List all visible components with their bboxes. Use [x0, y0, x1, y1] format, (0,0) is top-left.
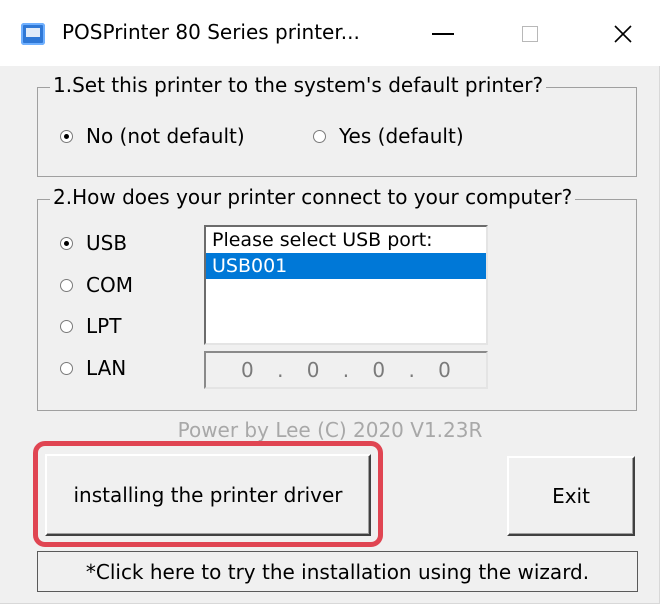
maximize-icon — [522, 26, 538, 42]
ip-octet-4: 0 — [438, 358, 451, 382]
radio-com-indicator — [60, 278, 73, 292]
minimize-icon — [432, 33, 454, 35]
radio-not-default[interactable]: No (not default) — [60, 124, 245, 148]
port-list-item-usb001[interactable]: USB001 — [206, 253, 486, 279]
maximize-button[interactable] — [500, 12, 560, 56]
close-icon — [614, 25, 632, 43]
radio-default-label: Yes (default) — [339, 124, 464, 148]
radio-not-default-label: No (not default) — [86, 124, 245, 148]
port-list-header: Please select USB port: — [212, 229, 433, 251]
radio-lan[interactable]: LAN — [60, 356, 126, 380]
radio-lpt-label: LPT — [86, 314, 122, 338]
ip-octet-1: 0 — [241, 358, 254, 382]
ip-address-input[interactable]: 0 . 0 . 0 . 0 — [204, 351, 488, 389]
radio-com[interactable]: COM — [60, 273, 133, 297]
version-credit: Power by Lee (C) 2020 V1.23R — [177, 418, 483, 442]
radio-not-default-indicator — [60, 129, 73, 143]
minimize-button[interactable] — [413, 12, 473, 56]
installer-dialog: POSPrinter 80 Series printer... 1.Set th… — [0, 0, 660, 604]
usb-port-list[interactable]: Please select USB port: USB001 — [204, 225, 488, 345]
printer-app-icon — [21, 23, 45, 45]
radio-usb-indicator — [60, 236, 73, 250]
exit-button[interactable]: Exit — [507, 456, 635, 536]
radio-usb[interactable]: USB — [60, 231, 127, 255]
radio-lpt-indicator — [60, 319, 73, 333]
ip-separator: . — [342, 358, 350, 382]
radio-lpt[interactable]: LPT — [60, 314, 121, 338]
install-driver-button[interactable]: installing the printer driver — [45, 454, 371, 536]
ip-separator: . — [277, 358, 284, 382]
wizard-link[interactable]: *Click here to try the installation usin… — [37, 551, 638, 592]
ip-octet-2: 0 — [306, 358, 320, 382]
close-button[interactable] — [593, 12, 653, 56]
radio-lan-indicator — [60, 361, 73, 375]
radio-default-indicator — [313, 129, 326, 143]
radio-com-label: COM — [86, 273, 133, 297]
radio-lan-label: LAN — [86, 356, 127, 380]
radio-default[interactable]: Yes (default) — [313, 124, 464, 148]
title-bar: POSPrinter 80 Series printer... — [0, 0, 660, 66]
connection-group-title: 2.How does your printer connect to your … — [50, 185, 576, 209]
ip-separator: . — [408, 358, 415, 382]
ip-octet-3: 0 — [372, 358, 386, 382]
default-printer-group-title: 1.Set this printer to the system's defau… — [50, 73, 547, 97]
radio-usb-label: USB — [86, 231, 128, 255]
window-title: POSPrinter 80 Series printer... — [62, 20, 360, 44]
